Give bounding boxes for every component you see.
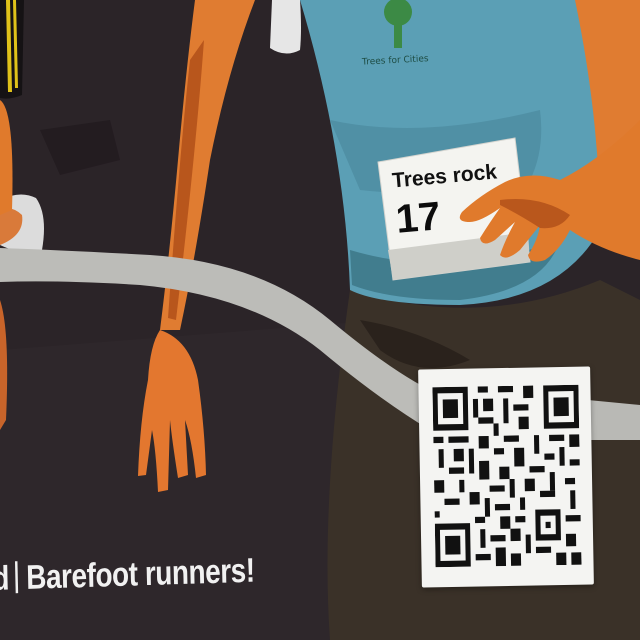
tagline-right: Barefoot runners! (25, 551, 256, 597)
bib-number: 17 (394, 194, 443, 242)
left-shorts (0, 0, 24, 99)
tagline-divider (15, 561, 19, 594)
qr-code-icon[interactable] (432, 384, 582, 568)
finish-ribbon-right (588, 400, 640, 440)
qr-code-card[interactable] (418, 366, 594, 588)
poster-photo: Trees for Cities Trees rock 17 d Barefoot… (0, 0, 640, 640)
distant-shoe (270, 0, 301, 54)
tagline-left: d (0, 559, 10, 598)
